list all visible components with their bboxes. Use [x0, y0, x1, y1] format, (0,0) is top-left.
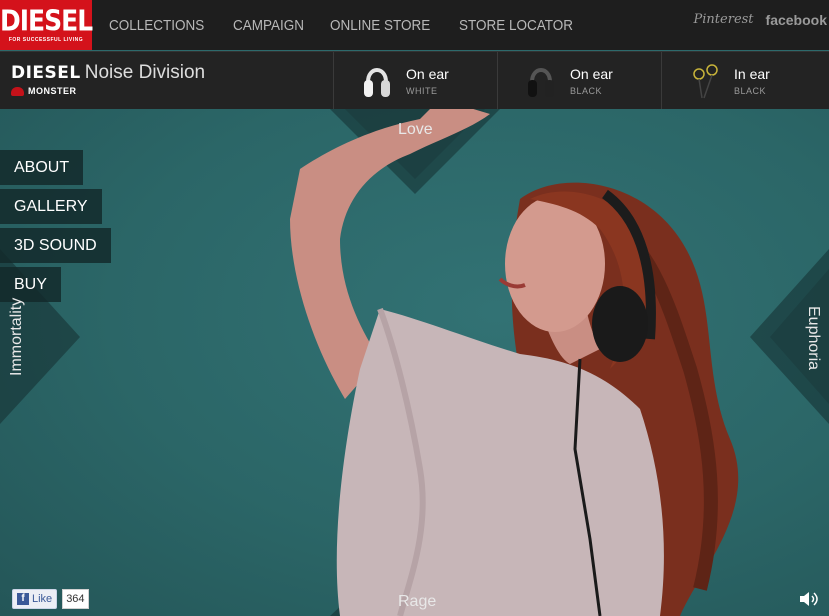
like-label: Like	[32, 593, 53, 605]
monster-logo: MONSTER	[11, 86, 205, 96]
brand-diesel: DIESEL	[11, 63, 81, 83]
hero-model-image	[0, 109, 829, 616]
nav-campaign[interactable]: CAMPAIGN	[233, 17, 304, 34]
product-name: On ear	[406, 66, 449, 82]
pinterest-link[interactable]: Pinterest	[694, 12, 754, 28]
menu-buy[interactable]: BUY	[0, 267, 61, 302]
brand-division: Noise Division	[84, 62, 206, 83]
diesel-logo[interactable]: DIESEL FOR SUCCESSFUL LIVING	[0, 0, 93, 50]
product-name: In ear	[734, 66, 770, 82]
direction-love[interactable]: Love	[398, 121, 433, 139]
main-nav: COLLECTIONS CAMPAIGN ONLINE STORE STORE …	[109, 0, 604, 50]
facebook-link[interactable]: facebook	[766, 12, 827, 28]
monster-label: MONSTER	[28, 86, 77, 96]
product-bar: DIESEL Noise Division MONSTER On ear WHIT…	[0, 51, 829, 110]
product-on-ear-black[interactable]: On ear BLACK	[497, 52, 661, 110]
speaker-icon[interactable]	[799, 590, 819, 608]
menu-3d-sound[interactable]: 3D SOUND	[0, 228, 111, 263]
earbuds-black-icon	[693, 64, 718, 99]
menu-gallery[interactable]: GALLERY	[0, 189, 102, 224]
like-button[interactable]: f Like	[12, 589, 58, 609]
facebook-icon: f	[17, 593, 29, 605]
direction-euphoria[interactable]: Euphoria	[804, 306, 822, 370]
product-in-ear-black[interactable]: In ear BLACK	[661, 52, 829, 110]
social-links: Pinterest facebook	[694, 12, 827, 28]
product-color: BLACK	[734, 86, 767, 96]
direction-rage[interactable]: Rage	[398, 593, 436, 611]
menu-about[interactable]: ABOUT	[0, 150, 84, 185]
side-menu: ABOUT GALLERY 3D SOUND BUY	[0, 150, 111, 306]
product-color: BLACK	[570, 86, 603, 96]
nav-collections[interactable]: COLLECTIONS	[109, 17, 204, 34]
hero-video[interactable]	[0, 109, 829, 616]
top-navigation-bar: DIESEL FOR SUCCESSFUL LIVING COLLECTIONS…	[0, 0, 829, 50]
monster-headphone-icon	[11, 86, 24, 96]
noise-division-brand[interactable]: DIESEL Noise Division MONSTER	[11, 62, 205, 96]
product-name: On ear	[570, 66, 613, 82]
headphone-black-icon	[528, 68, 554, 97]
nav-store-locator[interactable]: STORE LOCATOR	[459, 17, 573, 34]
headphone-white-icon	[364, 68, 390, 97]
direction-immortality[interactable]: Immortality	[8, 298, 26, 376]
like-count: 364	[62, 589, 89, 609]
nav-online-store[interactable]: ONLINE STORE	[330, 17, 430, 34]
facebook-like: f Like 364	[12, 589, 89, 609]
logo-wordmark: DIESEL	[0, 4, 93, 38]
product-on-ear-white[interactable]: On ear WHITE	[333, 52, 497, 110]
product-color: WHITE	[406, 86, 438, 96]
